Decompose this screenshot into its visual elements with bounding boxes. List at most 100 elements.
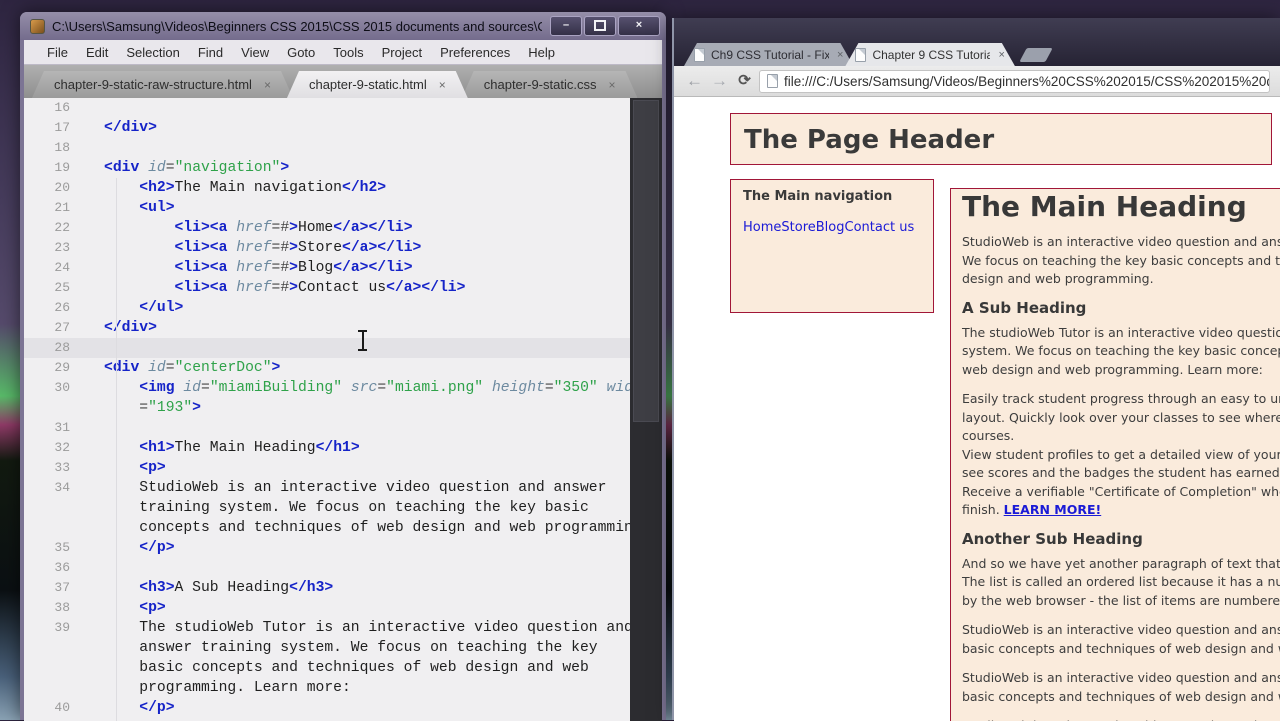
- code-line[interactable]: 32 <h1>The Main Heading</h1>: [24, 438, 662, 458]
- editor-code-area[interactable]: 16 17 </div> 18 19 <div id="navigation"> 20 <h…: [24, 98, 662, 721]
- new-tab-button[interactable]: [1019, 48, 1053, 62]
- browser-tab[interactable]: Chapter 9 CSS Tutorial - F ×: [845, 43, 1014, 66]
- close-icon[interactable]: ×: [264, 78, 271, 92]
- line-number: 24: [54, 260, 70, 275]
- browser-tab[interactable]: Ch9 CSS Tutorial - Fixed P ×: [684, 43, 853, 66]
- code-line[interactable]: answer training system. We focus on teac…: [24, 638, 662, 658]
- code-line[interactable]: 34 StudioWeb is an interactive video que…: [24, 478, 662, 498]
- line-number: 18: [54, 140, 70, 155]
- paragraph-line: StudioWeb is an interactive video questi…: [962, 622, 1280, 637]
- window-controls: – ×: [550, 16, 660, 36]
- page-h1-heading: The Main Heading: [962, 190, 1247, 223]
- code-line[interactable]: 37 <h3>A Sub Heading</h3>: [24, 578, 662, 598]
- code-text: <li><a href=#>Store</a></li>: [174, 240, 422, 256]
- code-line[interactable]: 40 </p>: [24, 698, 662, 718]
- code-line[interactable]: 29 <div id="centerDoc">: [24, 358, 662, 378]
- maximize-icon: [594, 20, 606, 31]
- browser-tab-title: Chapter 9 CSS Tutorial - F: [872, 47, 991, 62]
- address-bar[interactable]: file:///C:/Users/Samsung/Videos/Beginner…: [759, 69, 1271, 93]
- code-line[interactable]: 35 </p>: [24, 538, 662, 558]
- nav-link-blog[interactable]: Blog: [816, 220, 845, 235]
- code-line[interactable]: 18: [24, 138, 662, 158]
- code-line[interactable]: 38 <p>: [24, 598, 662, 618]
- page-paragraph: The studioWeb Tutor is an interactive vi…: [962, 324, 1280, 380]
- code-lines: 16 17 </div> 18 19 <div id="navigation"> 20 <h…: [24, 98, 662, 718]
- menu-item-selection[interactable]: Selection: [117, 45, 188, 60]
- code-text: </p>: [139, 540, 175, 556]
- close-icon[interactable]: ×: [837, 49, 843, 61]
- code-line[interactable]: training system. We focus on teaching th…: [24, 498, 662, 518]
- maximize-button-icon[interactable]: [584, 16, 616, 36]
- editor-tab[interactable]: chapter-9-static.css ×: [462, 71, 638, 98]
- code-line[interactable]: 30 <img id="miamiBuilding" src="miami.pn…: [24, 378, 662, 398]
- line-number: [24, 678, 78, 698]
- menu-item-edit[interactable]: Edit: [77, 45, 117, 60]
- code-line[interactable]: 23 <li><a href=#>Store</a></li>: [24, 238, 662, 258]
- nav-link-store[interactable]: Store: [781, 220, 815, 235]
- code-line[interactable]: 21 <ul>: [24, 198, 662, 218]
- close-button-icon[interactable]: ×: [618, 16, 660, 36]
- code-line[interactable]: 25 <li><a href=#>Contact us</a></li>: [24, 278, 662, 298]
- code-line[interactable]: 36: [24, 558, 662, 578]
- reload-icon[interactable]: ⟳: [734, 69, 755, 93]
- code-line[interactable]: 31: [24, 418, 662, 438]
- paragraph-line: courses.: [962, 428, 1015, 443]
- code-line[interactable]: concepts and techniques of web design an…: [24, 518, 662, 538]
- code-line[interactable]: 27 </div>: [24, 318, 662, 338]
- menu-item-help[interactable]: Help: [519, 45, 564, 60]
- code-line[interactable]: 22 <li><a href=#>Home</a></li>: [24, 218, 662, 238]
- code-line[interactable]: ="193">: [24, 398, 662, 418]
- code-line[interactable]: 19 <div id="navigation">: [24, 158, 662, 178]
- page-paragraph: StudioWeb is an interactive video questi…: [962, 233, 1280, 289]
- line-number: 39: [54, 620, 70, 635]
- code-line[interactable]: 16: [24, 98, 662, 118]
- code-text: The studioWeb Tutor is an interactive vi…: [104, 620, 633, 636]
- editor-titlebar[interactable]: C:\Users\Samsung\Videos\Beginners CSS 20…: [20, 12, 666, 40]
- code-line[interactable]: 17 </div>: [24, 118, 662, 138]
- close-icon[interactable]: ×: [608, 78, 615, 92]
- paragraph-text: finish.: [962, 502, 1004, 517]
- code-line[interactable]: 26 </ul>: [24, 298, 662, 318]
- code-line[interactable]: basic concepts and techniques of web des…: [24, 658, 662, 678]
- page-paragraph: Easily track student progress through an…: [962, 390, 1280, 520]
- editor-window: C:\Users\Samsung\Videos\Beginners CSS 20…: [20, 12, 666, 721]
- menu-item-goto[interactable]: Goto: [278, 45, 324, 60]
- code-line[interactable]: 28: [24, 338, 662, 358]
- menu-item-file[interactable]: File: [38, 45, 77, 60]
- menu-item-view[interactable]: View: [232, 45, 278, 60]
- editor-scrollbar[interactable]: [630, 98, 662, 721]
- code-line[interactable]: 39 The studioWeb Tutor is an interactive…: [24, 618, 662, 638]
- menu-item-project[interactable]: Project: [373, 45, 431, 60]
- nav-link-home[interactable]: Home: [743, 220, 781, 235]
- menu-item-find[interactable]: Find: [189, 45, 232, 60]
- editor-scrollbar-thumb[interactable]: [633, 100, 659, 422]
- editor-tab[interactable]: chapter-9-static-raw-structure.html ×: [32, 71, 293, 98]
- code-line[interactable]: 33 <p>: [24, 458, 662, 478]
- indent-guide: [116, 178, 117, 721]
- page-paragraph: StudioWeb is an interactive video questi…: [962, 621, 1280, 658]
- browser-tabstrip: Ch9 CSS Tutorial - Fixed P×Chapter 9 CSS…: [684, 43, 1053, 66]
- desktop: { "colors":{ "page_box_bg":"#faebdc","pa…: [0, 0, 1280, 721]
- line-number: [24, 398, 78, 418]
- browser-frame[interactable]: Ch9 CSS Tutorial - Fixed P×Chapter 9 CSS…: [674, 18, 1280, 66]
- close-icon[interactable]: ×: [439, 78, 446, 92]
- forward-icon[interactable]: →: [709, 69, 730, 93]
- nav-link-contact-us[interactable]: Contact us: [845, 220, 915, 235]
- code-line[interactable]: programming. Learn more:: [24, 678, 662, 698]
- paragraph-line: StudioWeb is an interactive video questi…: [962, 717, 1280, 721]
- learn-more-link[interactable]: LEARN MORE!: [1004, 502, 1102, 517]
- back-icon[interactable]: ←: [684, 69, 705, 93]
- line-number: 27: [54, 320, 70, 335]
- menu-item-tools[interactable]: Tools: [324, 45, 372, 60]
- code-text: <h2>The Main navigation</h2>: [139, 180, 387, 196]
- code-line[interactable]: 20 <h2>The Main navigation</h2>: [24, 178, 662, 198]
- code-line[interactable]: 24 <li><a href=#>Blog</a></li>: [24, 258, 662, 278]
- menu-item-preferences[interactable]: Preferences: [431, 45, 519, 60]
- editor-tab[interactable]: chapter-9-static.html ×: [287, 71, 468, 98]
- minimize-button-icon[interactable]: –: [550, 16, 582, 36]
- code-text: <img id="miamiBuilding" src="miami.png" …: [139, 380, 651, 396]
- line-number: [24, 658, 78, 678]
- page-document-icon: [767, 74, 779, 88]
- close-icon[interactable]: ×: [998, 49, 1004, 61]
